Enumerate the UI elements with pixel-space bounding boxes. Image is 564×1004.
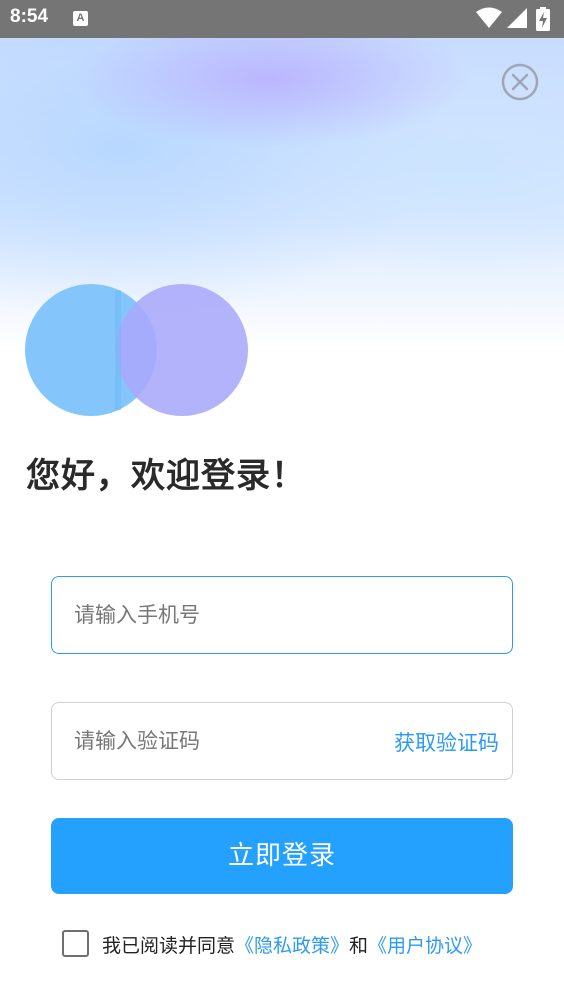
app-logo bbox=[25, 284, 249, 416]
verification-code-field[interactable]: 获取验证码 bbox=[51, 702, 513, 780]
page-title: 您好，欢迎登录！ bbox=[26, 456, 306, 496]
battery-charging-icon bbox=[536, 7, 550, 31]
status-bar: 8:54 A bbox=[0, 0, 564, 38]
status-icons bbox=[476, 7, 556, 31]
phone-field[interactable] bbox=[51, 576, 513, 654]
agreement-text: 我已阅读并同意《隐私政策》和《用户协议》 bbox=[102, 931, 482, 958]
user-agreement-link[interactable]: 《用户协议》 bbox=[368, 935, 482, 957]
verification-code-input[interactable] bbox=[74, 703, 374, 778]
agreement-prefix: 我已阅读并同意 bbox=[102, 935, 236, 957]
notification-a-icon: A bbox=[73, 11, 88, 26]
privacy-policy-link[interactable]: 《隐私政策》 bbox=[235, 935, 349, 957]
agreement-row: 我已阅读并同意《隐私政策》和《用户协议》 bbox=[62, 929, 522, 959]
status-time: 8:54 bbox=[10, 6, 49, 27]
signal-icon bbox=[507, 8, 527, 28]
phone-input[interactable] bbox=[74, 577, 494, 652]
agreement-connector: 和 bbox=[349, 935, 369, 957]
close-button[interactable] bbox=[500, 62, 540, 102]
wifi-icon bbox=[476, 7, 502, 28]
get-code-button[interactable]: 获取验证码 bbox=[394, 727, 499, 757]
close-circle-icon bbox=[501, 63, 539, 101]
login-button[interactable]: 立即登录 bbox=[51, 818, 513, 894]
agreement-checkbox[interactable] bbox=[62, 930, 89, 957]
